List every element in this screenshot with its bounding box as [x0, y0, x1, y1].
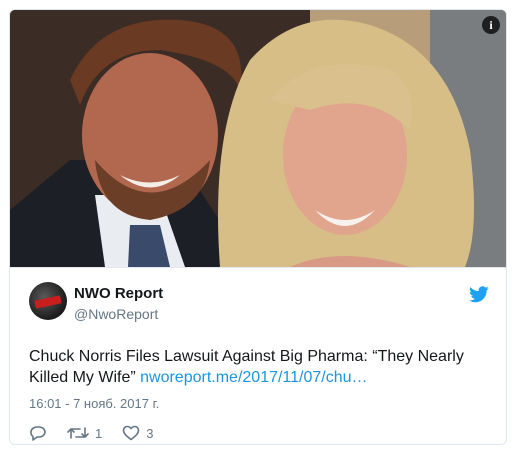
like-count: 3 [146, 425, 154, 441]
reply-icon [30, 426, 46, 441]
photo-illustration [10, 10, 506, 267]
retweet-button[interactable]: 1 [67, 425, 102, 441]
avatar-logo-mark [34, 295, 62, 309]
tweet-photo[interactable]: i [10, 10, 506, 267]
embedded-tweet-card[interactable]: i NWO Report @NwoReport Chuck Norris Fil… [9, 9, 507, 445]
reply-button[interactable] [29, 425, 47, 441]
twitter-bird-icon[interactable] [469, 286, 489, 303]
tweet-timestamp[interactable]: 16:01 - 7 нояб. 2017 г. [29, 396, 159, 411]
tweet-link[interactable]: nworeport.me/2017/11/07/chu… [140, 369, 367, 386]
tweet-actions: 1 3 [29, 423, 173, 443]
info-icon[interactable]: i [482, 16, 500, 34]
retweet-count: 1 [95, 425, 103, 441]
author-avatar[interactable] [29, 282, 67, 320]
retweet-icon [67, 427, 89, 439]
tweet-body: NWO Report @NwoReport Chuck Norris Files… [10, 267, 506, 444]
author-name[interactable]: NWO Report [74, 285, 163, 302]
tweet-text: Chuck Norris Files Lawsuit Against Big P… [29, 346, 489, 388]
author-handle[interactable]: @NwoReport [74, 306, 158, 322]
like-button[interactable]: 3 [122, 425, 153, 441]
heart-icon [122, 425, 140, 441]
